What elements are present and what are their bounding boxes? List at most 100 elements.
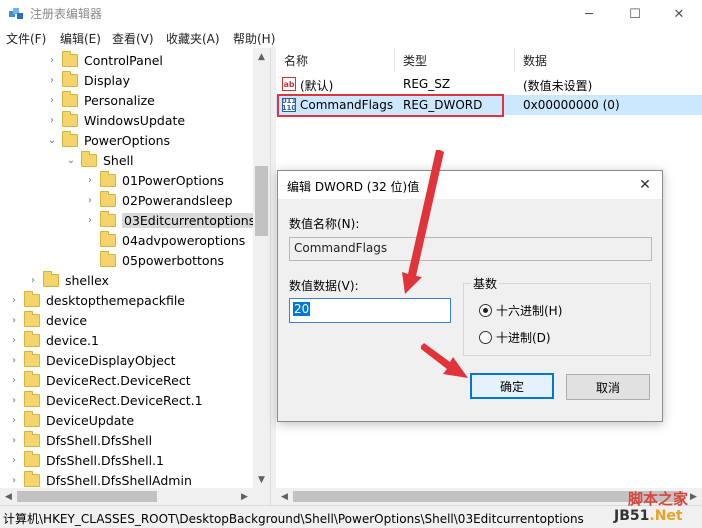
annotation-highlight-box <box>277 94 504 117</box>
expand-arrow-icon[interactable]: › <box>8 470 20 488</box>
tree-item[interactable]: › shellex <box>27 270 109 290</box>
expand-arrow-icon[interactable]: › <box>8 370 20 390</box>
value-name: (默认) <box>300 79 334 93</box>
tree-item[interactable]: ⌄ PowerOptions <box>46 130 170 150</box>
scroll-thumb[interactable] <box>255 166 268 236</box>
column-header-name[interactable]: 名称 <box>276 48 395 72</box>
tree-item[interactable]: › 02Powerandsleep <box>84 190 233 210</box>
expand-arrow-icon[interactable]: › <box>46 110 58 130</box>
tree-item[interactable]: › DeviceUpdate <box>8 410 134 430</box>
tree-item[interactable]: › device <box>8 310 87 330</box>
expand-arrow-icon[interactable]: › <box>8 390 20 410</box>
radio-checked-icon[interactable] <box>479 304 492 317</box>
folder-icon <box>24 470 40 487</box>
tree-item[interactable]: 05powerbottons <box>84 250 224 270</box>
column-header-type[interactable]: 类型 <box>395 48 515 72</box>
tree-item[interactable]: › 01PowerOptions <box>84 170 224 190</box>
tree-item[interactable]: › WindowsUpdate <box>46 110 185 130</box>
dialog-title-bar: 编辑 DWORD (32 位)值 ✕ <box>278 171 662 199</box>
expand-arrow-icon[interactable]: › <box>84 170 96 190</box>
tree-item[interactable]: › desktopthemepackfile <box>8 290 185 310</box>
scroll-left-icon[interactable]: ◀ <box>276 488 293 505</box>
value-data-input[interactable]: 20 <box>289 298 451 323</box>
radio-unchecked-icon[interactable] <box>479 331 492 344</box>
expand-arrow-icon[interactable]: › <box>8 290 20 310</box>
regedit-app-icon <box>9 8 23 19</box>
folder-icon <box>24 410 40 427</box>
value-data-label: 数值数据(V): <box>289 279 359 293</box>
registry-tree[interactable]: › ControlPanel › Display › Personalize › Win… <box>0 48 270 488</box>
menu-help[interactable]: 帮助(H) <box>233 30 275 47</box>
value-name-label: 数值名称(N): <box>289 217 360 231</box>
expand-arrow-icon[interactable]: › <box>8 350 20 370</box>
tree-item[interactable]: › device.1 <box>8 330 99 350</box>
scroll-down-icon[interactable]: ▼ <box>253 471 270 488</box>
value-data: 0x00000000 (0) <box>523 98 620 112</box>
folder-icon <box>100 250 116 267</box>
tree-item[interactable]: › Personalize <box>46 90 155 110</box>
tree-item[interactable]: › DeviceRect.DeviceRect.1 <box>8 390 203 410</box>
expand-arrow-icon[interactable]: › <box>46 50 58 70</box>
tree-item[interactable]: › DfsShell.DfsShell.1 <box>8 450 164 470</box>
tree-item[interactable]: › DfsShell.DfsShellAdmin <box>8 470 192 488</box>
expand-arrow-icon[interactable]: › <box>46 70 58 90</box>
expand-arrow-icon[interactable]: › <box>27 270 39 290</box>
collapse-arrow-icon[interactable]: ⌄ <box>46 130 58 150</box>
scroll-left-icon[interactable]: ◀ <box>0 488 17 505</box>
menu-view[interactable]: 查看(V) <box>112 30 154 47</box>
expand-arrow-icon[interactable]: › <box>8 310 20 330</box>
folder-icon <box>62 90 78 107</box>
folder-icon <box>81 150 97 167</box>
expand-arrow-icon[interactable]: › <box>8 410 20 430</box>
title-bar: 注册表编辑器 ─ ☐ ✕ <box>0 0 702 28</box>
value-data: (数值未设置) <box>523 79 593 93</box>
tree-item[interactable]: › DeviceRect.DeviceRect <box>8 370 191 390</box>
menu-file[interactable]: 文件(F) <box>6 30 46 47</box>
scroll-thumb[interactable] <box>293 491 683 502</box>
watermark-site: JB51.Net <box>614 508 683 524</box>
tree-item[interactable]: › Display <box>46 70 130 90</box>
column-header-data[interactable]: 数据 <box>515 48 702 72</box>
expand-arrow-icon[interactable]: › <box>8 450 20 470</box>
folder-icon <box>100 170 116 187</box>
expand-arrow-icon[interactable]: › <box>84 210 96 230</box>
tree-item[interactable]: › DeviceDisplayObject <box>8 350 176 370</box>
minimize-button[interactable]: ─ <box>566 0 612 28</box>
string-value-icon: ab <box>282 77 296 91</box>
folder-icon <box>100 190 116 207</box>
folder-icon <box>24 370 40 387</box>
folder-icon <box>43 270 59 287</box>
expand-arrow-icon[interactable]: › <box>8 330 20 350</box>
menu-favorites[interactable]: 收藏夹(A) <box>166 30 220 47</box>
value-row[interactable]: ab (默认) REG_SZ (数值未设置) <box>276 74 702 94</box>
tree-horizontal-scrollbar[interactable]: ◀ ▶ <box>0 488 270 505</box>
dialog-close-icon[interactable]: ✕ <box>634 175 656 195</box>
tree-item-selected[interactable]: › 03Editcurrentoptions <box>84 210 258 230</box>
maximize-button[interactable]: ☐ <box>612 0 658 28</box>
scroll-right-icon[interactable]: ▶ <box>236 488 253 505</box>
folder-icon <box>24 310 40 327</box>
ok-button[interactable]: 确定 <box>470 373 554 399</box>
tree-vertical-scrollbar[interactable]: ▲ ▼ <box>253 48 270 488</box>
window-title: 注册表编辑器 <box>30 7 103 21</box>
cancel-button[interactable]: 取消 <box>566 374 650 400</box>
menu-bar: 文件(F) 编辑(E) 查看(V) 收藏夹(A) 帮助(H) <box>0 28 702 48</box>
radio-hex[interactable]: 十六进制(H) <box>479 302 562 319</box>
tree-item[interactable]: › DfsShell.DfsShell <box>8 430 152 450</box>
tree-item[interactable]: 04advpoweroptions <box>84 230 245 250</box>
folder-icon <box>24 390 40 407</box>
expand-arrow-icon[interactable]: › <box>46 90 58 110</box>
value-type: REG_SZ <box>403 77 451 91</box>
menu-edit[interactable]: 编辑(E) <box>60 30 101 47</box>
collapse-arrow-icon[interactable]: ⌄ <box>65 150 77 170</box>
radio-decimal[interactable]: 十进制(D) <box>479 329 551 346</box>
expand-arrow-icon[interactable]: › <box>8 430 20 450</box>
expand-arrow-icon[interactable]: › <box>84 190 96 210</box>
folder-icon <box>24 290 40 307</box>
tree-item[interactable]: › ControlPanel <box>46 50 163 70</box>
scroll-thumb[interactable] <box>17 491 157 502</box>
scroll-up-icon[interactable]: ▲ <box>253 48 270 65</box>
tree-item[interactable]: ⌄ Shell <box>65 150 134 170</box>
close-button[interactable]: ✕ <box>656 0 702 28</box>
